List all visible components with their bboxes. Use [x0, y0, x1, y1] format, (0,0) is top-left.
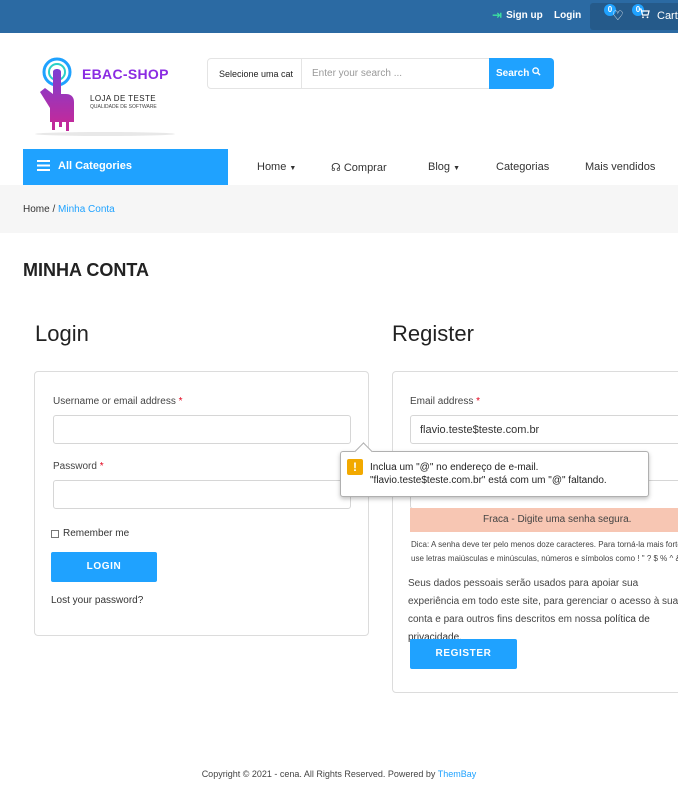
required-mark: *: [476, 396, 481, 407]
login-button[interactable]: LOGIN: [51, 552, 157, 582]
hamburger-icon: [37, 160, 50, 185]
username-input[interactable]: [53, 415, 351, 444]
login-link[interactable]: Login: [554, 10, 581, 21]
remember-me[interactable]: Remember me: [51, 528, 129, 539]
password-hint: Dica: A senha deve ter pelo menos doze c…: [411, 540, 678, 563]
caret-down-icon: ▼: [289, 165, 297, 172]
email-input[interactable]: flavio.teste$teste.com.br: [410, 415, 678, 444]
password-strength-meter: Fraca - Digite uma senha segura.: [410, 508, 678, 532]
signup-link[interactable]: ⇥ Sign up: [492, 8, 543, 22]
required-mark: *: [178, 396, 183, 407]
nav-blog[interactable]: Blog ▼: [428, 161, 460, 173]
search-button-label: Search: [496, 68, 530, 79]
password-input[interactable]: [53, 480, 351, 509]
all-categories-button[interactable]: All Categories: [23, 149, 228, 185]
signup-label: Sign up: [506, 9, 543, 21]
top-bar: ⇥ Sign up Login 0 ♡ 0 Cart: [0, 0, 678, 33]
heart-icon[interactable]: ♡: [612, 8, 624, 24]
cart-link[interactable]: Cart: [657, 10, 678, 22]
thembay-link[interactable]: ThemBay: [438, 769, 477, 779]
category-select[interactable]: Selecione uma cat: [208, 59, 302, 88]
validation-tooltip: ! Inclua um "@" no endereço de e-mail. "…: [340, 451, 649, 497]
nav-home[interactable]: Home ▼: [257, 161, 296, 173]
email-label-text: Email address: [410, 396, 474, 407]
nav-blog-label: Blog: [428, 161, 451, 173]
password-label-text: Password: [53, 461, 97, 472]
lost-password-link[interactable]: Lost your password?: [51, 595, 143, 606]
nav-mais-vendidos[interactable]: Mais vendidos: [585, 161, 655, 173]
register-button[interactable]: REGISTER: [410, 639, 517, 669]
breadcrumb-home[interactable]: Home: [23, 204, 50, 215]
search-input[interactable]: Enter your search ...: [312, 68, 402, 79]
remember-checkbox[interactable]: [51, 529, 59, 538]
login-heading: Login: [35, 321, 89, 346]
page-title: MINHA CONTA: [23, 260, 149, 280]
logo-tagline: QUALIDADE DE SOFTWARE: [90, 104, 157, 110]
search-icon: [532, 67, 541, 79]
register-heading: Register: [392, 321, 474, 346]
search-button[interactable]: Search: [489, 58, 554, 89]
email-label: Email address *: [410, 396, 480, 407]
privacy-notice: Seus dados pessoais serão usados para ap…: [408, 575, 678, 647]
signin-icon: ⇥: [492, 8, 503, 22]
headset-icon: ☊: [331, 162, 341, 174]
username-label: Username or email address *: [53, 396, 183, 407]
breadcrumb-current: Minha Conta: [58, 204, 115, 215]
required-mark: *: [99, 461, 104, 472]
all-categories-label: All Categories: [58, 160, 132, 172]
nav-categorias[interactable]: Categorias: [496, 161, 549, 173]
cart-glyph: [639, 8, 650, 19]
logo-subtitle: LOJA DE TESTE: [90, 94, 156, 103]
cart-icon[interactable]: [638, 7, 650, 22]
logo-title: EBAC-SHOP: [82, 66, 169, 82]
nav-comprar[interactable]: ☊ Comprar: [331, 161, 387, 174]
copyright-text: Copyright © 2021 - cena. All Rights Rese…: [201, 769, 436, 779]
breadcrumb-separator: /: [52, 204, 56, 215]
remember-label: Remember me: [63, 528, 130, 539]
password-label: Password *: [53, 461, 104, 472]
username-label-text: Username or email address: [53, 396, 176, 407]
warning-icon: !: [347, 459, 363, 475]
nav-home-label: Home: [257, 161, 287, 173]
footer: Copyright © 2021 - cena. All Rights Rese…: [0, 769, 678, 779]
search-bar: Selecione uma cat Enter your search ... …: [207, 58, 554, 89]
caret-down-icon: ▼: [453, 165, 461, 172]
validation-message: Inclua um "@" no endereço de e-mail. "fl…: [370, 462, 607, 486]
nav-comprar-label: Comprar: [343, 162, 387, 174]
breadcrumb: Home / Minha Conta: [23, 204, 115, 215]
